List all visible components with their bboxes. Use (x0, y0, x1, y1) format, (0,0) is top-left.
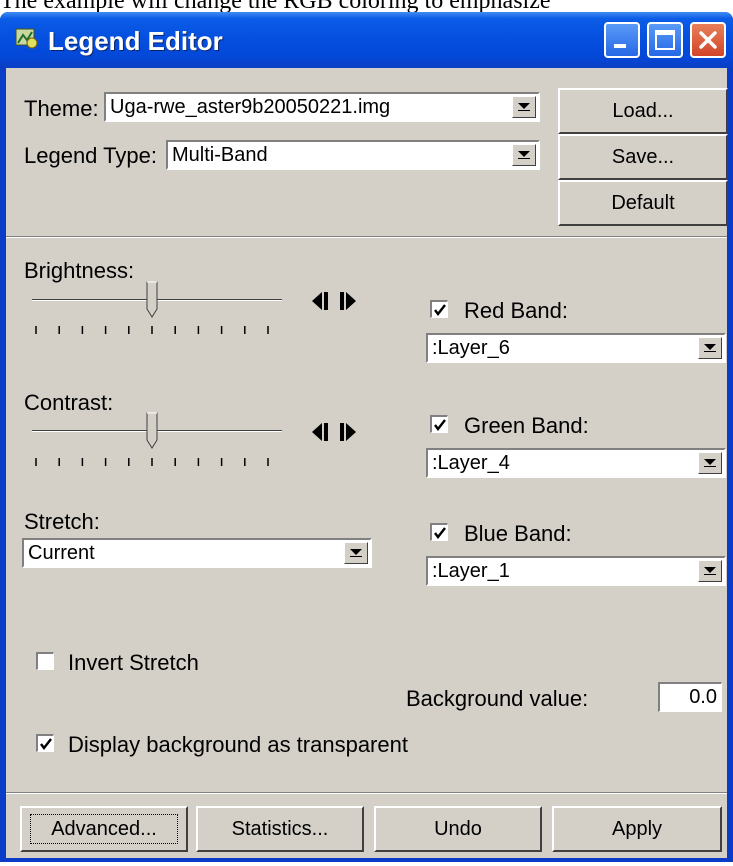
brightness-slider-thumb[interactable] (145, 281, 161, 319)
blue-band-label: Blue Band: (464, 521, 572, 546)
legend-editor-app-icon (15, 28, 38, 49)
contrast-spin-buttons[interactable] (302, 419, 370, 445)
brightness-label: Brightness: (24, 258, 135, 283)
blue-band-checkbox[interactable] (430, 523, 448, 541)
chevron-down-icon (704, 567, 716, 575)
chevron-down-icon (704, 344, 716, 352)
green-band-dropdown-arrow[interactable] (698, 452, 722, 474)
stretch-label: Stretch: (24, 509, 100, 534)
minimize-icon (614, 44, 626, 48)
checkmark-icon (434, 419, 446, 431)
contrast-ticks (35, 458, 269, 466)
chevron-down-icon (518, 151, 530, 159)
dialog-body: Theme: Uga-rwe_aster9b20050221.img Load.… (6, 68, 728, 858)
theme-label: Theme: (24, 96, 99, 121)
close-button[interactable] (690, 22, 726, 58)
legend-editor-window: Legend Editor Theme: Uga-rwe_aster9b2005… (0, 12, 733, 862)
undo-button[interactable]: Undo (374, 806, 542, 852)
stretch-value: Current (28, 542, 95, 564)
invert-stretch-checkbox[interactable] (36, 652, 54, 670)
theme-dropdown-arrow[interactable] (512, 96, 536, 118)
stretch-dropdown[interactable]: Current (22, 538, 372, 568)
theme-dropdown[interactable]: Uga-rwe_aster9b20050221.img (104, 92, 540, 122)
maximize-button[interactable] (647, 22, 683, 58)
chevron-down-icon (518, 103, 530, 111)
background-value-field[interactable]: 0.0 (658, 682, 722, 712)
save-button[interactable]: Save... (558, 134, 728, 180)
brightness-spin-buttons[interactable] (302, 288, 370, 314)
separator-bottom (6, 792, 727, 794)
green-band-checkbox[interactable] (430, 415, 448, 433)
window-title: Legend Editor (48, 26, 223, 56)
legend-type-dropdown-arrow[interactable] (512, 144, 536, 166)
checkmark-icon (40, 738, 52, 750)
load-button[interactable]: Load... (558, 88, 728, 134)
red-band-checkbox[interactable] (430, 300, 448, 318)
red-band-dropdown-arrow[interactable] (698, 337, 722, 359)
advanced-button[interactable]: Advanced... (20, 806, 188, 852)
background-value-label: Background value: (406, 686, 589, 711)
theme-value: Uga-rwe_aster9b20050221.img (110, 96, 391, 118)
contrast-slider-thumb[interactable] (145, 412, 161, 450)
red-band-dropdown[interactable]: :Layer_6 (426, 333, 726, 363)
chevron-down-icon (350, 549, 362, 557)
checkmark-icon (434, 527, 446, 539)
blue-band-dropdown-arrow[interactable] (698, 560, 722, 582)
legend-type-dropdown[interactable]: Multi-Band (166, 140, 540, 170)
blue-band-value: :Layer_1 (432, 560, 510, 582)
brightness-ticks (35, 326, 269, 334)
green-band-value: :Layer_4 (432, 452, 510, 474)
minimize-button[interactable] (604, 22, 640, 58)
contrast-label: Contrast: (24, 390, 114, 415)
title-bar[interactable]: Legend Editor (0, 12, 733, 68)
legend-type-value: Multi-Band (172, 144, 268, 166)
display-transparent-label: Display background as transparent (68, 732, 408, 757)
red-band-label: Red Band: (464, 298, 568, 323)
blue-band-dropdown[interactable]: :Layer_1 (426, 556, 726, 586)
close-icon (699, 31, 717, 49)
green-band-label: Green Band: (464, 413, 589, 438)
red-band-value: :Layer_6 (432, 337, 510, 359)
invert-stretch-label: Invert Stretch (68, 650, 199, 675)
document-text-fragment: The example will change the RGB coloring… (0, 0, 733, 12)
legend-type-label: Legend Type: (24, 143, 157, 168)
chevron-down-icon (704, 459, 716, 467)
apply-button[interactable]: Apply (552, 806, 722, 852)
maximize-icon (655, 30, 675, 50)
green-band-dropdown[interactable]: :Layer_4 (426, 448, 726, 478)
checkmark-icon (434, 304, 446, 316)
separator-top (6, 236, 727, 238)
display-transparent-checkbox[interactable] (36, 734, 54, 752)
default-button[interactable]: Default (558, 180, 728, 226)
stretch-dropdown-arrow[interactable] (344, 542, 368, 564)
statistics-button[interactable]: Statistics... (196, 806, 364, 852)
